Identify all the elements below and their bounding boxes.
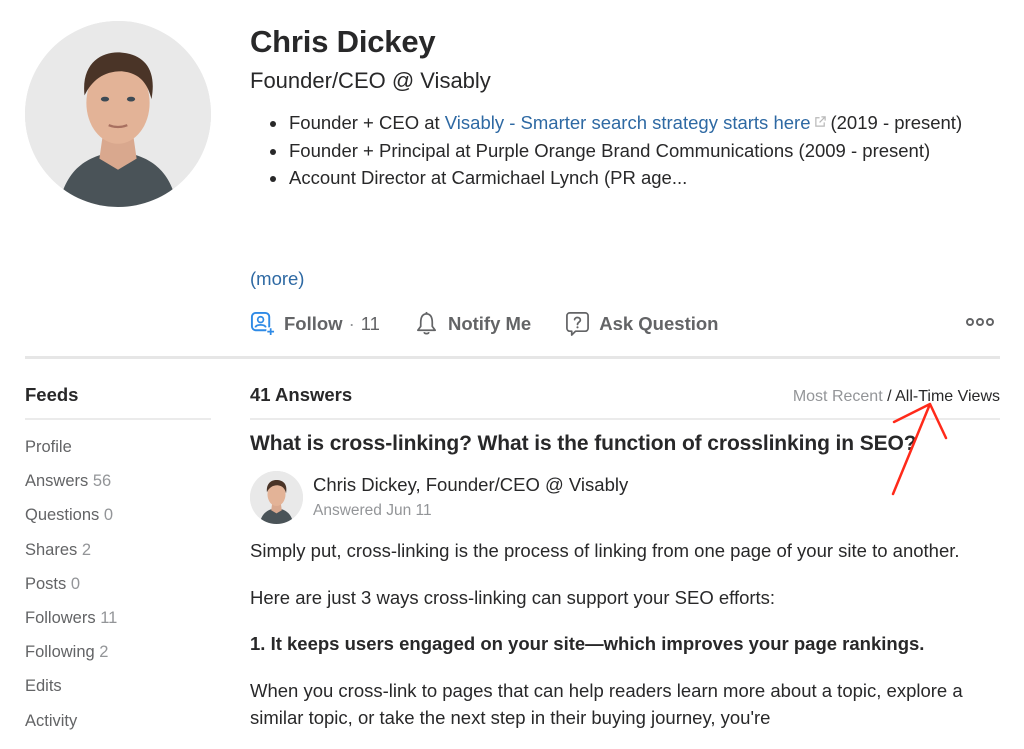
answered-date[interactable]: Answered Jun 11 — [313, 502, 432, 520]
author-photo-icon — [250, 471, 303, 524]
sidebar-item-count: 2 — [81, 540, 92, 559]
notify-label: Notify Me — [447, 312, 532, 334]
answer-body: Simply put, cross-linking is the process… — [250, 537, 1010, 749]
feeds-sidebar: Feeds Profile Answers 56 Questions 0 Sha… — [25, 384, 211, 746]
answers-header: 41 Answers Most Recent / All-Time Views — [250, 384, 1000, 420]
answers-count: 41 Answers — [250, 384, 353, 405]
sidebar-item-count: 0 — [103, 506, 114, 525]
sidebar-item-label: Followers — [25, 608, 96, 627]
sidebar-item-posts[interactable]: Posts 0 — [25, 575, 211, 609]
bell-icon — [416, 311, 436, 335]
answer-heading: 1. It keeps users engaged on your site—w… — [250, 633, 925, 654]
sidebar-item-followers[interactable]: Followers 11 — [25, 609, 211, 643]
ask-question-label: Ask Question — [599, 312, 719, 334]
follow-button[interactable]: Follow · 11 — [250, 311, 380, 336]
sidebar-item-label: Edits — [25, 677, 62, 696]
sidebar-item-answers[interactable]: Answers 56 — [25, 472, 211, 506]
header-divider — [25, 356, 1000, 359]
profile-name: Chris Dickey — [250, 24, 436, 59]
sidebar-item-label: Profile — [25, 438, 72, 456]
sidebar-item-count: 2 — [99, 643, 109, 662]
credential-dates: (2019 - present) — [830, 112, 963, 133]
sidebar-item-label: Following — [25, 643, 95, 662]
author-credential[interactable]: Chris Dickey, Founder/CEO @ Visably — [313, 474, 628, 496]
question-title[interactable]: What is cross-linking? What is the funct… — [250, 432, 917, 456]
visably-link[interactable]: Visably - Smarter search strategy starts… — [445, 112, 811, 133]
sidebar-item-shares[interactable]: Shares 2 — [25, 541, 211, 575]
profile-avatar[interactable] — [25, 21, 211, 207]
more-horizontal-icon-dot — [976, 318, 984, 326]
answer-paragraph: Here are just 3 ways cross-linking can s… — [250, 586, 776, 608]
author-avatar[interactable] — [250, 471, 303, 524]
sidebar-item-profile[interactable]: Profile — [25, 438, 211, 472]
more-horizontal-icon-dot — [986, 318, 994, 326]
sidebar-item-label: Posts — [25, 574, 67, 593]
profile-photo-icon — [25, 21, 211, 207]
answer-paragraph: When you cross-link to pages that can he… — [250, 679, 963, 729]
notify-me-button[interactable]: Notify Me — [414, 311, 531, 336]
sidebar-item-count: 0 — [70, 574, 81, 593]
sidebar-item-count: 56 — [92, 472, 112, 491]
credential-text: Founder + CEO at — [289, 112, 445, 133]
sidebar-item-label: Answers — [25, 472, 89, 491]
follow-label: Follow — [284, 312, 343, 334]
follow-separator: · — [348, 312, 355, 334]
sidebar-title: Feeds — [25, 384, 211, 420]
sidebar-item-label: Shares — [25, 540, 78, 559]
sidebar-item-activity[interactable]: Activity — [25, 712, 211, 746]
ask-question-button[interactable]: Ask Question — [565, 311, 718, 336]
sort-most-recent[interactable]: Most Recent — [793, 388, 883, 405]
sidebar-item-edits[interactable]: Edits — [25, 677, 211, 711]
follow-count: 11 — [360, 312, 380, 334]
sidebar-item-following[interactable]: Following 2 — [25, 643, 211, 677]
sidebar-list: Profile Answers 56 Questions 0 Shares 2 … — [25, 438, 211, 746]
external-link-icon — [815, 116, 827, 127]
answer-paragraph: Simply put, cross-linking is the process… — [250, 540, 960, 561]
sidebar-item-questions[interactable]: Questions 0 — [25, 506, 211, 540]
follow-user-icon — [250, 311, 275, 336]
sort-separator: / — [882, 388, 896, 405]
profile-actions: Follow · 11 Notify Me Ask Question — [250, 311, 718, 336]
credential-text: Account Director at Carmichael Lynch (PR… — [289, 167, 688, 188]
credential-text: Founder + Principal at Purple Orange Bra… — [289, 139, 931, 161]
sidebar-item-label: Activity — [25, 711, 78, 730]
sidebar-item-label: Questions — [25, 506, 100, 525]
more-horizontal-icon-dot — [966, 318, 974, 326]
more-link[interactable]: (more) — [250, 268, 304, 290]
sort-all-time-views[interactable]: All-Time Views — [895, 388, 1000, 405]
question-bubble-icon — [566, 312, 590, 336]
credential-item: Founder + Principal at Purple Orange Bra… — [268, 137, 968, 165]
profile-tagline: Founder/CEO @ Visably — [250, 68, 491, 93]
overflow-menu-button[interactable] — [966, 318, 994, 326]
credentials-list: Founder + CEO at Visably - Smarter searc… — [268, 109, 968, 192]
credential-item: Founder + CEO at Visably - Smarter searc… — [268, 109, 968, 137]
sidebar-item-count: 11 — [100, 608, 118, 627]
credential-item: Account Director at Carmichael Lynch (PR… — [268, 164, 968, 192]
sort-options: Most Recent / All-Time Views — [793, 388, 1000, 406]
